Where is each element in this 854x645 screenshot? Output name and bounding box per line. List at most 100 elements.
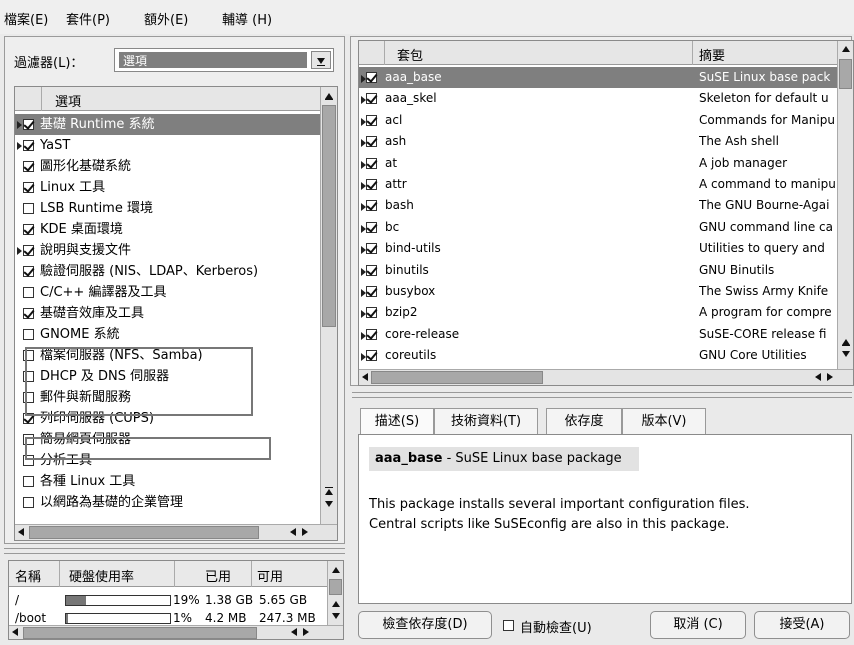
pattern-row[interactable]: 驗證伺服器 (NIS、LDAP、Kerberos): [15, 261, 320, 282]
package-name: at: [385, 155, 398, 170]
disk-header: 名稱 硬盤使用率 已用 可用: [9, 561, 327, 587]
package-summary: SuSE-CORE release fi: [699, 326, 827, 341]
pattern-row[interactable]: Linux 工具: [15, 177, 320, 198]
expand-arrow-icon[interactable]: [17, 142, 22, 150]
package-checkbox[interactable]: [366, 157, 377, 169]
expand-arrow-icon[interactable]: [17, 121, 22, 129]
pattern-checkbox[interactable]: [23, 119, 34, 130]
pattern-checkbox[interactable]: [23, 161, 34, 172]
package-row[interactable]: bc GNU command line ca: [359, 217, 837, 238]
cancel-button[interactable]: 取消 (C): [650, 611, 746, 639]
pattern-row[interactable]: 基礎 Runtime 系統: [15, 114, 320, 135]
package-checkbox[interactable]: [366, 200, 377, 212]
package-hscrollbar[interactable]: [359, 369, 853, 385]
package-checkbox[interactable]: [366, 307, 377, 319]
package-summary: A program for compre: [699, 305, 832, 320]
pattern-row[interactable]: LSB Runtime 環境: [15, 198, 320, 219]
package-row[interactable]: acl Commands for Manipu: [359, 110, 837, 131]
tab-versions[interactable]: 版本(V): [622, 408, 706, 435]
package-row[interactable]: coreutils GNU Core Utilities: [359, 345, 837, 366]
pattern-checkbox[interactable]: [23, 224, 34, 235]
chevron-down-icon[interactable]: [311, 51, 331, 69]
package-row[interactable]: bind-utils Utilities to query and: [359, 238, 837, 259]
package-checkbox[interactable]: [366, 93, 377, 105]
pattern-group-box: [25, 347, 253, 416]
pattern-checkbox[interactable]: [23, 476, 34, 487]
package-row[interactable]: binutils GNU Binutils: [359, 260, 837, 281]
pattern-row[interactable]: 各種 Linux 工具: [15, 471, 320, 492]
tab-description[interactable]: 描述(S): [360, 408, 434, 435]
pattern-row[interactable]: KDE 桌面環境: [15, 219, 320, 240]
package-row[interactable]: at A job manager: [359, 153, 837, 174]
pattern-checkbox[interactable]: [23, 245, 34, 256]
pattern-checkbox[interactable]: [23, 497, 34, 508]
package-checkbox[interactable]: [366, 286, 377, 297]
package-row[interactable]: ash The Ash shell: [359, 131, 837, 152]
disk-col-used: 已用: [205, 570, 232, 585]
disk-hscrollbar[interactable]: [9, 625, 343, 639]
disk-usage-table: 名稱 硬盤使用率 已用 可用 /19% 1.38 GB 5.65 GB/boot 1%…: [8, 560, 344, 640]
package-checkbox[interactable]: [366, 136, 377, 148]
menu-file[interactable]: 檔案(E): [4, 9, 48, 28]
pattern-checkbox[interactable]: [23, 308, 34, 319]
pattern-checkbox[interactable]: [23, 182, 34, 193]
package-summary: The Ash shell: [699, 134, 779, 149]
package-row[interactable]: busybox The Swiss Army Knife: [359, 281, 837, 302]
pattern-row[interactable]: C/C++ 編譯器及工具: [15, 282, 320, 303]
pattern-row[interactable]: 基礎音效庫及工具: [15, 303, 320, 324]
pattern-row[interactable]: GNOME 系統: [15, 324, 320, 345]
package-checkbox[interactable]: [366, 221, 377, 233]
package-checkbox[interactable]: [366, 328, 377, 340]
menu-extras[interactable]: 額外(E): [144, 9, 188, 28]
pattern-hscrollbar[interactable]: [15, 524, 337, 540]
package-row[interactable]: bzip2 A program for compre: [359, 302, 837, 323]
disk-used: 1.38 GB: [205, 593, 254, 607]
description-body: This package installs several important …: [369, 497, 750, 532]
pattern-scroll-thumb[interactable]: [322, 105, 336, 327]
disk-col-name: 名稱: [15, 570, 42, 585]
splitter[interactable]: [4, 548, 345, 554]
menu-help[interactable]: 輔導 (H): [222, 9, 272, 28]
package-name: core-release: [385, 326, 460, 341]
pattern-checkbox[interactable]: [23, 140, 34, 151]
package-checkbox[interactable]: [366, 114, 377, 126]
package-row[interactable]: attr A command to manipu: [359, 174, 837, 195]
package-row[interactable]: core-release SuSE-CORE release fi: [359, 324, 837, 345]
auto-check-checkbox[interactable]: [503, 620, 514, 631]
package-row[interactable]: bash The GNU Bourne-Agai: [359, 195, 837, 216]
package-row[interactable]: aaa_skel Skeleton for default u: [359, 88, 837, 109]
expand-arrow-icon[interactable]: [17, 247, 22, 255]
tab-technical[interactable]: 技術資料(T): [434, 408, 538, 435]
splitter-right[interactable]: [352, 392, 852, 398]
disk-row: / 19% 1.38 GB 5.65 GB: [9, 591, 327, 609]
filter-label: 過濾器(L)：: [14, 56, 84, 71]
pattern-label: 基礎 Runtime 系統: [40, 117, 155, 132]
package-checkbox[interactable]: [366, 264, 377, 276]
package-checkbox[interactable]: [366, 243, 377, 255]
filter-select[interactable]: 選項: [114, 48, 334, 72]
package-checkbox[interactable]: [366, 350, 377, 362]
pattern-row[interactable]: YaST: [15, 135, 320, 156]
package-checkbox[interactable]: [366, 179, 377, 190]
pattern-scrollbar[interactable]: [320, 87, 337, 524]
pattern-checkbox[interactable]: [23, 329, 34, 340]
package-row[interactable]: aaa_base SuSE Linux base pack: [359, 67, 837, 88]
tab-dependencies[interactable]: 依存度: [546, 408, 622, 435]
package-summary: Utilities to query and: [699, 241, 825, 256]
package-list: 套包 摘要 aaa_base SuSE Linux base pack aaa_sk…: [358, 40, 854, 386]
check-dependencies-button[interactable]: 檢查依存度(D): [358, 611, 492, 639]
pattern-row[interactable]: 圖形化基礎系統: [15, 156, 320, 177]
disk-scrollbar[interactable]: [327, 561, 343, 625]
menu-package[interactable]: 套件(P): [66, 9, 110, 28]
pattern-checkbox[interactable]: [23, 287, 34, 298]
pattern-header-label: 選項: [55, 95, 82, 110]
description-panel: aaa_base - SuSE Linux base package This …: [358, 434, 852, 604]
package-list-header: 套包 摘要: [359, 41, 837, 65]
package-scrollbar[interactable]: [837, 41, 853, 369]
pattern-row[interactable]: 說明與支援文件: [15, 240, 320, 261]
package-checkbox[interactable]: [366, 72, 377, 83]
pattern-row[interactable]: 以網路為基礎的企業管理: [15, 492, 320, 513]
accept-button[interactable]: 接受(A): [754, 611, 850, 639]
pattern-checkbox[interactable]: [23, 266, 34, 277]
pattern-checkbox[interactable]: [23, 203, 34, 214]
